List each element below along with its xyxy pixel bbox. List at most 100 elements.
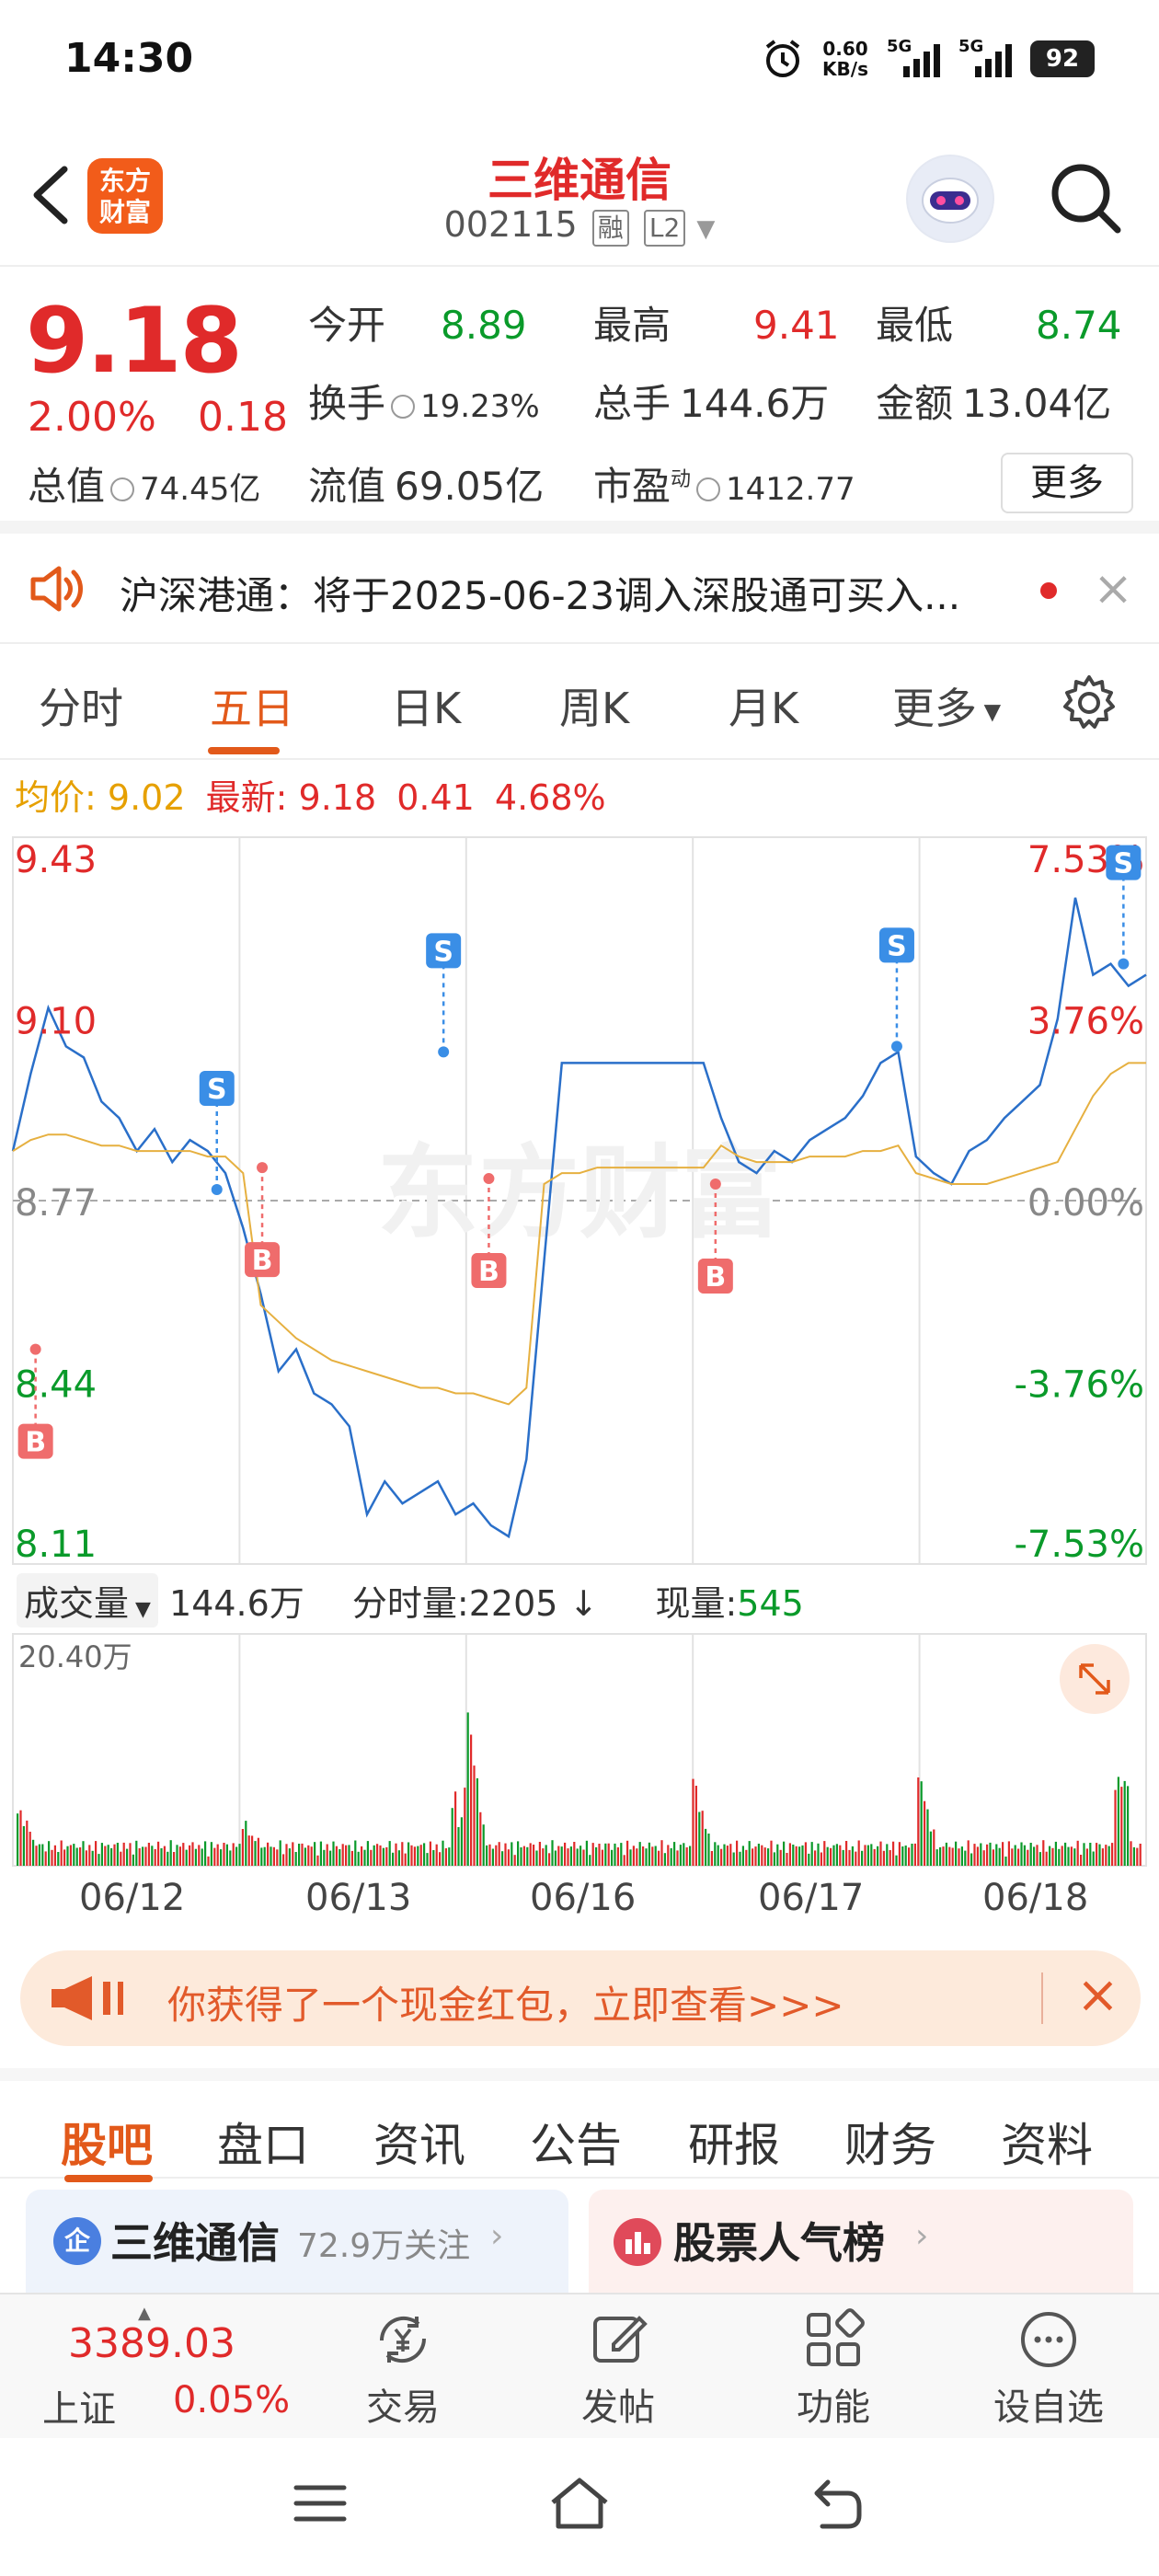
volume-bar (745, 1849, 748, 1866)
volume-bar (960, 1846, 963, 1866)
volume-bar (1064, 1842, 1067, 1866)
volume-bar (454, 1791, 457, 1866)
notice-text[interactable]: 沪深港通：将于2025-06-23调入深股通可买入... (120, 565, 1030, 621)
volume-bar (135, 1840, 138, 1866)
volume-bar (720, 1848, 723, 1866)
volume-bar (75, 1847, 78, 1866)
volume-info-row: 成交量 ▼ 144.6万 分时量:2205 ↓ 现量:545 (17, 1573, 804, 1627)
index-value[interactable]: 3389.03 (68, 2320, 235, 2367)
volume-bar (504, 1843, 507, 1866)
home-icon[interactable] (547, 2475, 612, 2532)
volume-bar (770, 1840, 773, 1866)
more-button[interactable]: 更多 (1001, 453, 1133, 513)
tab-finance[interactable]: 财务 (844, 2109, 936, 2175)
volume-bar (773, 1852, 775, 1866)
volume-bar (348, 1845, 350, 1866)
volume-bar (395, 1843, 397, 1866)
volume-bar (178, 1846, 181, 1866)
tab-more[interactable]: 更多 ▼ (892, 675, 1001, 736)
volume-bar (66, 1846, 69, 1866)
chevron-right-icon: › (490, 2217, 504, 2255)
volume-bar (457, 1827, 460, 1866)
volume-bar (870, 1844, 873, 1866)
tab-research[interactable]: 研报 (688, 2109, 780, 2175)
volume-bar (835, 1844, 838, 1866)
notice-bar[interactable]: 沪深港通：将于2025-06-23调入深股通可买入... × (0, 534, 1159, 644)
volume-indicator-select[interactable]: 成交量 ▼ (17, 1573, 158, 1627)
volume-bar (663, 1853, 666, 1866)
tab-daily-k[interactable]: 日K (391, 675, 461, 736)
tab-news[interactable]: 资讯 (373, 2109, 465, 2175)
volume-bar (173, 1852, 176, 1866)
grid-icon (807, 2308, 865, 2366)
volume-bar (676, 1850, 679, 1866)
volume-bar (448, 1847, 451, 1866)
volume-bar (951, 1847, 954, 1866)
tab-profile[interactable]: 资料 (1001, 2109, 1093, 2175)
nav-post[interactable]: 发帖 (545, 2307, 692, 2431)
volume-bar (892, 1841, 895, 1866)
search-icon[interactable] (1044, 156, 1127, 239)
edit-icon (593, 2316, 648, 2363)
volume-bar (126, 1848, 129, 1866)
tab-weekly-k[interactable]: 周K (559, 675, 629, 736)
low-price: 最低 8.74 (876, 303, 1122, 348)
popularity-rank-card[interactable]: 股票人气榜 › (589, 2190, 1133, 2293)
volume-bar (1017, 1848, 1020, 1866)
marker-dot (438, 1046, 450, 1058)
volume-bar (301, 1843, 304, 1866)
volume-bar (1067, 1846, 1070, 1866)
red-packet-banner[interactable]: 你获得了一个现金红包，立即查看>>> × (20, 1950, 1141, 2046)
volume-bar (147, 1843, 150, 1866)
close-icon[interactable]: × (1076, 1965, 1119, 2025)
tab-five-day[interactable]: 五日 (210, 675, 294, 736)
volume-bar (166, 1851, 169, 1866)
volume-bar (913, 1843, 916, 1866)
nav-functions[interactable]: 功能 (760, 2307, 907, 2431)
volume-bar (151, 1846, 154, 1866)
status-bar: 14:30 0.60 KB/s 5G 5G 92 (0, 0, 1159, 124)
volume-bar (517, 1841, 520, 1866)
volume-bar (948, 1846, 951, 1866)
volume-bar (851, 1846, 854, 1866)
volume-bar (410, 1845, 413, 1866)
volume-bar (107, 1845, 109, 1866)
volume-bar (1105, 1845, 1107, 1866)
volume-bar (138, 1848, 141, 1866)
tab-forum[interactable]: 股吧 (61, 2109, 153, 2175)
volume-bar (1054, 1841, 1057, 1866)
volume-bar (623, 1855, 625, 1866)
volume-bar (1080, 1855, 1083, 1866)
volume-bar (1027, 1849, 1029, 1866)
volume-bar (620, 1843, 623, 1866)
volume-bar (917, 1777, 920, 1866)
volume-bar (861, 1850, 864, 1866)
marker-label: S (1114, 848, 1134, 880)
volume-bar (551, 1840, 554, 1866)
volume-bar (323, 1849, 326, 1866)
tab-intraday[interactable]: 分时 (39, 675, 123, 736)
tab-announcements[interactable]: 公告 (530, 2109, 622, 2175)
trade-amount: 金额 13.04亿 (876, 381, 1112, 426)
tab-orderbook[interactable]: 盘口 (217, 2109, 309, 2175)
promo-text[interactable]: 你获得了一个现金红包，立即查看>>> (167, 1974, 844, 2030)
robot-assistant-icon[interactable] (906, 155, 994, 243)
five-day-chart[interactable]: 东方财富9.43 7.53%9.10 3.76%8.77 0.00%8.44 -3.76… (0, 828, 1159, 1877)
nav-add-watchlist[interactable]: 设自选 (975, 2307, 1122, 2431)
volume-bar (1051, 1847, 1054, 1866)
volume-bar (444, 1848, 447, 1866)
nav-trade[interactable]: 交易 (329, 2307, 476, 2431)
tab-monthly-k[interactable]: 月K (729, 675, 798, 736)
close-icon[interactable]: × (1085, 561, 1141, 616)
volume-bar (345, 1845, 348, 1866)
network-speed: 0.60 KB/s (822, 38, 868, 80)
volume-bar (986, 1844, 989, 1866)
volume-bar (229, 1850, 232, 1866)
volume-bar (607, 1843, 610, 1866)
volume-bar (1111, 1843, 1114, 1866)
stock-forum-card[interactable]: 企 三维通信 72.9万关注 › (26, 2190, 568, 2293)
back-nav-icon[interactable] (809, 2477, 865, 2530)
volume-bar (873, 1848, 876, 1866)
settings-icon[interactable] (1060, 673, 1119, 732)
menu-icon[interactable] (293, 2480, 348, 2526)
